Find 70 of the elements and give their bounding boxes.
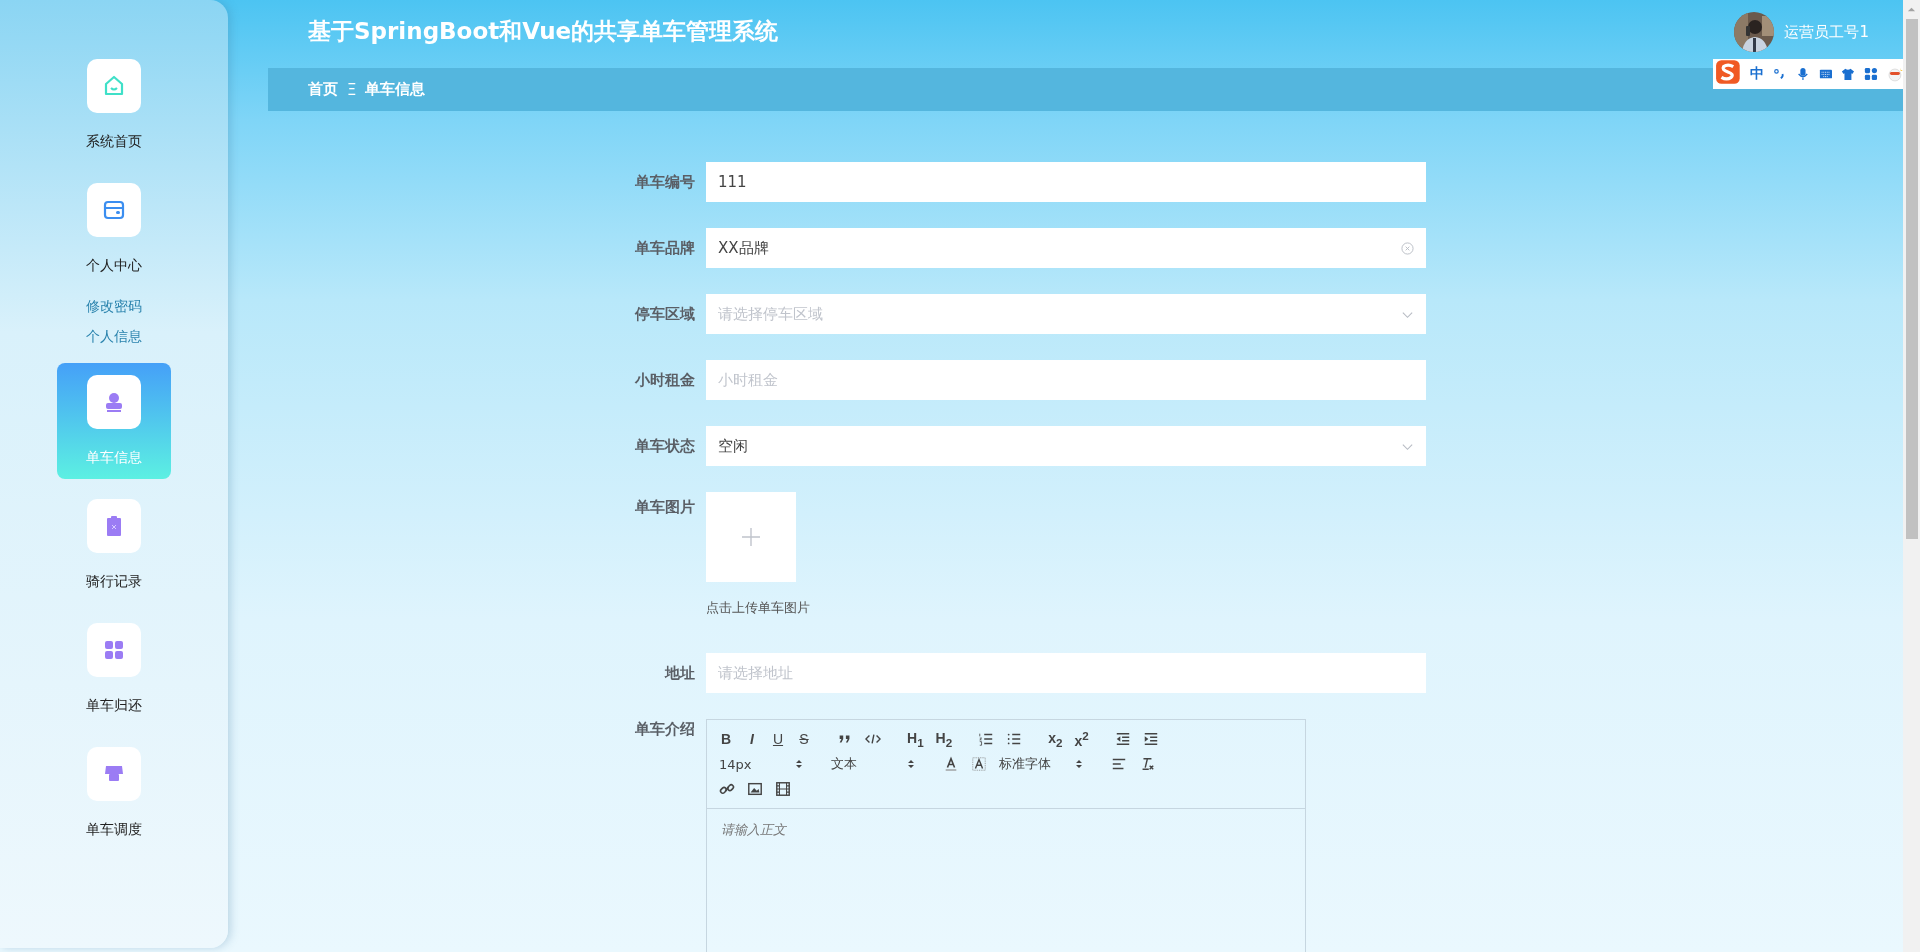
nav-label: 单车调度: [86, 820, 142, 839]
indent-icon[interactable]: [1142, 731, 1159, 747]
mascot-icon[interactable]: [1887, 66, 1903, 82]
nav-item[interactable]: 单车归还: [57, 623, 171, 715]
outdent-icon[interactable]: [1114, 731, 1131, 747]
input-field[interactable]: XX品牌: [706, 228, 1426, 268]
submenu-link[interactable]: 个人信息: [86, 321, 142, 351]
microphone-icon[interactable]: [1795, 67, 1810, 81]
image-icon[interactable]: [747, 781, 763, 797]
nav-item[interactable]: 个人中心: [57, 183, 171, 275]
format-button[interactable]: I: [745, 731, 759, 747]
upload-hint: 点击上传单车图片: [706, 599, 810, 617]
grid-icon[interactable]: [1864, 67, 1879, 81]
field-label: 停车区域: [633, 304, 695, 325]
format-button[interactable]: S: [797, 731, 811, 747]
toolbar-picker[interactable]: 标准字体: [999, 755, 1083, 773]
format-button[interactable]: x$_{2}$: [1048, 729, 1063, 749]
code-icon[interactable]: [865, 731, 881, 747]
format-button[interactable]: H$_{2}$: [935, 729, 953, 749]
picker-label: 标准字体: [999, 755, 1051, 773]
field-label: 地址: [663, 663, 695, 684]
sort-arrows-icon: [795, 758, 803, 770]
sort-arrows-icon: [907, 758, 915, 770]
sort-arrows-icon: [1075, 758, 1083, 770]
field-label: 单车状态: [634, 436, 695, 457]
select-field[interactable]: 空闲: [706, 426, 1426, 466]
nav-label: 骑行记录: [86, 572, 142, 591]
plus-icon: [741, 527, 761, 547]
field-label: 单车编号: [634, 172, 695, 193]
ime-mode-toggle[interactable]: 中: [1749, 65, 1764, 83]
grid-icon: [102, 638, 126, 662]
scrollbar[interactable]: [1903, 0, 1920, 952]
highlight-icon[interactable]: [971, 756, 987, 772]
home-icon: [102, 74, 126, 98]
bullet-list-icon[interactable]: [1006, 731, 1023, 747]
input-field[interactable]: 111: [706, 162, 1426, 202]
format-button[interactable]: U: [771, 731, 785, 747]
submenu-link[interactable]: 修改密码: [86, 291, 142, 321]
nav-label: 个人中心: [86, 256, 142, 275]
link-icon[interactable]: [719, 781, 735, 797]
ime-logo-icon[interactable]: [1715, 59, 1741, 85]
field-label: 小时租金: [634, 370, 695, 391]
nav-item[interactable]: 骑行记录: [57, 499, 171, 591]
punctuation-icon[interactable]: [1772, 67, 1787, 81]
nav-label: 系统首页: [86, 132, 142, 151]
nav-item[interactable]: 系统首页: [57, 59, 171, 151]
card-icon: [102, 198, 126, 222]
film-icon[interactable]: [775, 781, 791, 797]
toolbar-picker[interactable]: 文本: [831, 755, 915, 773]
font-color-icon[interactable]: [943, 756, 959, 772]
picker-label: 14px: [719, 756, 752, 772]
picker-label: 文本: [831, 755, 857, 773]
breadcrumb-separator: Ξ: [347, 80, 357, 99]
nav-label: 单车信息: [86, 448, 142, 467]
format-button[interactable]: x$^{2}$: [1074, 729, 1089, 749]
numbered-list-icon[interactable]: [978, 731, 995, 747]
align-icon[interactable]: [1111, 756, 1127, 772]
field-label: 单车图片: [634, 497, 695, 518]
nav-item[interactable]: 单车调度: [57, 747, 171, 839]
toolbar-picker[interactable]: 14px: [719, 756, 803, 772]
scrollbar-thumb[interactable]: [1905, 19, 1918, 539]
format-button[interactable]: H$_{1}$: [907, 729, 924, 749]
field-label: 单车品牌: [634, 238, 695, 259]
field-label: 单车介绍: [634, 719, 695, 739]
nav-label: 单车归还: [86, 696, 142, 715]
format-button[interactable]: B: [719, 731, 733, 747]
app-title: 基于SpringBoot和Vue的共享单车管理系统: [308, 16, 779, 46]
editor-text-area[interactable]: 请输入正文: [721, 821, 1291, 952]
shirt-icon[interactable]: [1841, 67, 1856, 81]
keyboard-icon[interactable]: [1818, 67, 1833, 81]
